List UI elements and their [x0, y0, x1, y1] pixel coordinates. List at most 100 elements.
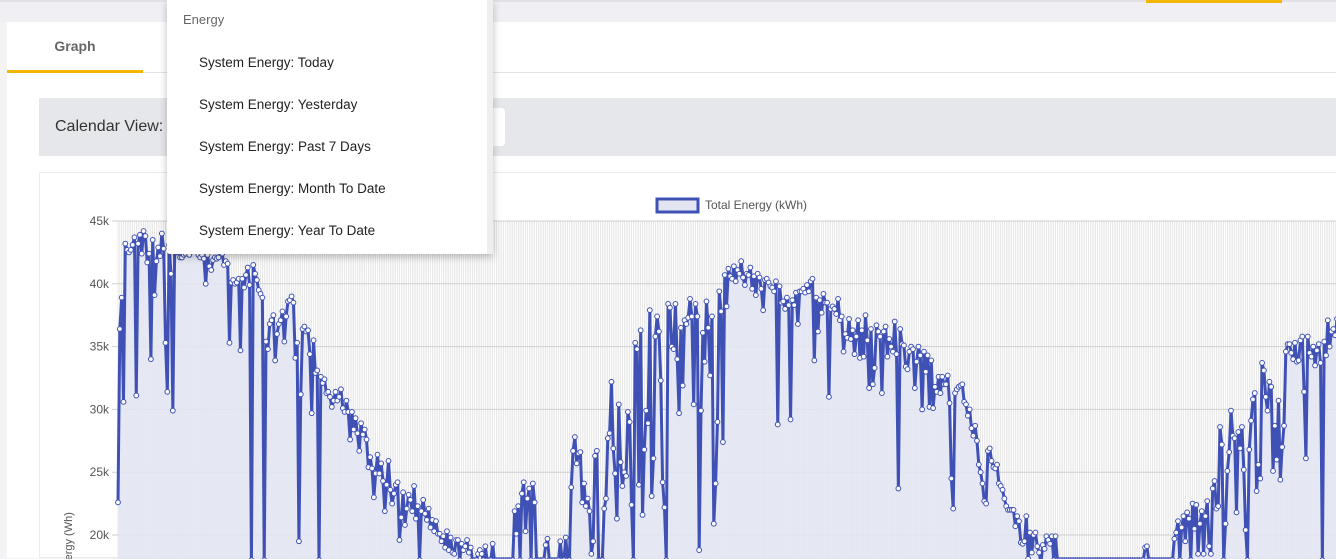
data-point[interactable]: [776, 283, 783, 290]
data-point[interactable]: [288, 293, 295, 300]
data-point[interactable]: [862, 312, 869, 319]
data-point[interactable]: [758, 285, 765, 292]
data-point[interactable]: [815, 328, 821, 335]
data-point[interactable]: [118, 294, 125, 301]
data-point[interactable]: [1257, 475, 1264, 482]
data-point[interactable]: [716, 288, 723, 295]
data-point[interactable]: [860, 353, 867, 360]
data-point[interactable]: [162, 339, 169, 346]
data-point[interactable]: [1012, 523, 1019, 530]
data-point[interactable]: [1028, 549, 1035, 556]
data-point[interactable]: [352, 415, 359, 422]
data-point[interactable]: [433, 518, 439, 525]
data-point[interactable]: [1197, 520, 1203, 527]
data-point[interactable]: [1303, 455, 1309, 462]
data-point[interactable]: [787, 416, 794, 423]
data-point[interactable]: [1317, 360, 1324, 366]
data-point[interactable]: [773, 278, 779, 285]
data-point[interactable]: [1215, 503, 1222, 510]
data-point[interactable]: [847, 336, 854, 342]
data-point[interactable]: [994, 461, 1000, 468]
data-point[interactable]: [873, 322, 880, 329]
data-point[interactable]: [932, 383, 938, 390]
data-point[interactable]: [846, 316, 852, 322]
data-point[interactable]: [1175, 518, 1181, 525]
data-point[interactable]: [1217, 424, 1223, 430]
data-point[interactable]: [1282, 348, 1289, 355]
data-point[interactable]: [1292, 339, 1298, 346]
data-point[interactable]: [784, 294, 790, 301]
data-point[interactable]: [838, 313, 845, 320]
data-point[interactable]: [924, 352, 931, 359]
data-point[interactable]: [975, 461, 982, 468]
data-point[interactable]: [338, 386, 344, 393]
data-point[interactable]: [122, 240, 129, 247]
data-point[interactable]: [774, 421, 781, 428]
data-point[interactable]: [608, 378, 615, 385]
data-point[interactable]: [983, 500, 989, 507]
data-point[interactable]: [396, 537, 403, 543]
data-point[interactable]: [915, 343, 922, 350]
menu-item-past-7-days[interactable]: System Energy: Past 7 Days: [167, 125, 493, 167]
data-point[interactable]: [259, 294, 266, 301]
data-point[interactable]: [1231, 435, 1238, 442]
data-point[interactable]: [853, 333, 860, 340]
data-point[interactable]: [818, 309, 825, 316]
data-point[interactable]: [133, 392, 140, 399]
data-point[interactable]: [816, 297, 823, 304]
data-point[interactable]: [160, 245, 167, 252]
data-point[interactable]: [913, 358, 920, 365]
data-point[interactable]: [1251, 390, 1258, 396]
data-point[interactable]: [1182, 538, 1189, 545]
data-point[interactable]: [1209, 485, 1216, 492]
data-point[interactable]: [582, 503, 589, 510]
data-point[interactable]: [1326, 343, 1333, 350]
data-point[interactable]: [279, 308, 286, 315]
data-point[interactable]: [250, 262, 257, 268]
data-point[interactable]: [791, 302, 798, 309]
data-point[interactable]: [1275, 397, 1282, 404]
data-point[interactable]: [252, 270, 258, 277]
data-point[interactable]: [1228, 407, 1234, 414]
data-point[interactable]: [168, 270, 174, 277]
data-point[interactable]: [1273, 456, 1280, 463]
data-point[interactable]: [489, 540, 496, 547]
data-point[interactable]: [466, 549, 472, 556]
data-point[interactable]: [592, 452, 598, 459]
data-point[interactable]: [612, 470, 618, 477]
data-point[interactable]: [531, 499, 538, 506]
data-point[interactable]: [297, 391, 304, 398]
data-point[interactable]: [1255, 461, 1262, 468]
legend-label[interactable]: Total Energy (kWh): [705, 198, 807, 212]
data-point[interactable]: [794, 321, 801, 327]
data-point[interactable]: [771, 288, 777, 295]
data-point[interactable]: [383, 481, 390, 488]
data-point[interactable]: [648, 493, 655, 499]
data-point[interactable]: [389, 500, 396, 507]
data-point[interactable]: [451, 550, 458, 557]
data-point[interactable]: [643, 407, 650, 414]
data-point[interactable]: [986, 445, 993, 452]
data-point[interactable]: [705, 324, 712, 331]
data-point[interactable]: [356, 447, 363, 454]
data-point[interactable]: [400, 489, 407, 496]
data-point[interactable]: [868, 326, 874, 332]
data-point[interactable]: [1023, 513, 1030, 520]
data-point[interactable]: [1312, 362, 1318, 369]
data-point[interactable]: [678, 324, 684, 331]
data-point[interactable]: [283, 313, 290, 320]
data-point[interactable]: [462, 543, 469, 550]
data-point[interactable]: [1144, 543, 1150, 550]
data-point[interactable]: [519, 490, 525, 497]
data-point[interactable]: [367, 454, 374, 461]
data-point[interactable]: [1198, 508, 1205, 515]
data-point[interactable]: [752, 292, 759, 298]
data-point[interactable]: [946, 400, 953, 407]
data-point[interactable]: [524, 495, 531, 502]
data-point[interactable]: [169, 407, 176, 414]
data-point[interactable]: [1301, 388, 1307, 395]
data-point[interactable]: [378, 460, 385, 467]
data-point[interactable]: [268, 317, 275, 324]
data-point[interactable]: [590, 538, 597, 545]
data-point[interactable]: [919, 406, 926, 413]
